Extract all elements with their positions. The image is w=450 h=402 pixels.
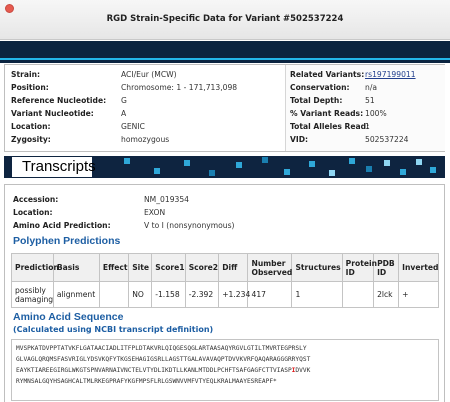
page-banner <box>0 41 450 63</box>
amino-acid-sequence-box: MVSPKATDVPPTATVKFLGATAACIADLITFPLDTAKVRL… <box>11 339 439 401</box>
column-header: Prediction <box>11 253 59 282</box>
table-cell: 2lck <box>373 281 400 308</box>
sequence-segment: DVVK <box>295 367 311 374</box>
zygosity-label: Zygosity: <box>11 135 51 144</box>
variant-summary-panel: Strain: ACI/Eur (MCW) Position: Chromoso… <box>4 64 445 152</box>
variant-reads-value: 100% <box>365 109 387 118</box>
conservation-value: n/a <box>365 83 378 92</box>
transcript-location-label: Location: <box>13 208 53 217</box>
position-row: Position: Chromosome: 1 - 171,713,098 <box>11 82 281 93</box>
reference-nucleotide-value: G <box>121 96 127 105</box>
window-titlebar: RGD Strain-Specific Data for Variant #50… <box>0 0 450 40</box>
transcript-location-value: EXON <box>144 208 166 217</box>
sequence-line: RYMNSALGQYHSAGHCALTMLRKEGPRAFYKGFMPSFLRL… <box>16 378 277 385</box>
amino-acid-prediction-value: V to I (nonsynonymous) <box>144 221 235 230</box>
zygosity-row: Zygosity: homozygous <box>11 134 281 145</box>
strain-value: ACI/Eur (MCW) <box>121 70 177 79</box>
polyphen-table: Prediction Basis Effect Site Score1 Scor… <box>11 253 439 308</box>
table-cell <box>98 281 130 308</box>
related-variants-label: Related Variants: <box>290 70 365 79</box>
table-cell: + <box>398 281 439 308</box>
location-value: GENIC <box>121 122 145 131</box>
related-variants-row: Related Variants: rs197199011 <box>290 69 440 80</box>
total-alleles-value: 1 <box>365 122 370 131</box>
amino-acid-heading: Amino Acid Sequence <box>13 311 124 323</box>
column-header: Number Observed <box>247 253 293 282</box>
variant-reads-label: % Variant Reads: <box>290 109 364 118</box>
transcripts-header: Transcripts <box>22 158 96 175</box>
amino-acid-prediction-label: Amino Acid Prediction: <box>13 221 111 230</box>
transcript-card: Accession: NM_019354 Location: EXON Amin… <box>4 184 445 402</box>
strain-row: Strain: ACI/Eur (MCW) <box>11 69 281 80</box>
total-alleles-row: Total Alleles Read: 1 <box>290 121 440 132</box>
sequence-line: EAYKTIAREEGIRGLWKGTSPNVARNAIVNCTELVTYDLI… <box>16 365 434 376</box>
column-header: Diff <box>218 253 249 282</box>
polyphen-header-row: Prediction Basis Effect Site Score1 Scor… <box>11 253 439 282</box>
column-header: Effect <box>98 253 130 282</box>
column-header: Basis <box>52 253 100 282</box>
table-cell: -1.158 <box>151 281 186 308</box>
table-cell: -2.392 <box>184 281 220 308</box>
banner-stripe <box>0 58 450 60</box>
variant-nucleotide-row: Variant Nucleotide: A <box>11 108 281 119</box>
table-row: possibly damaging alignment NO -1.158 -2… <box>11 281 439 308</box>
conservation-label: Conservation: <box>290 83 350 92</box>
window-title: RGD Strain-Specific Data for Variant #50… <box>106 14 344 24</box>
total-depth-value: 51 <box>365 96 375 105</box>
reference-nucleotide-row: Reference Nucleotide: G <box>11 95 281 106</box>
table-cell: 1 <box>291 281 343 308</box>
transcripts-header-bar: Transcripts <box>4 156 445 178</box>
location-row: Location: GENIC <box>11 121 281 132</box>
sequence-segment: EAYKTIAREEGIRGLWKGTSPNVARNAIVNCTELVTYDLI… <box>16 367 292 374</box>
vid-label: VID: <box>290 135 309 144</box>
column-header: Inverted <box>398 253 439 282</box>
vid-row: VID: 502537224 <box>290 134 440 145</box>
variant-nucleotide-value: A <box>121 109 127 118</box>
conservation-row: Conservation: n/a <box>290 82 440 93</box>
vid-value: 502537224 <box>365 135 409 144</box>
total-alleles-label: Total Alleles Read: <box>290 122 370 131</box>
table-cell: +1.234 <box>218 281 250 308</box>
location-label: Location: <box>11 122 51 131</box>
table-cell <box>341 281 375 308</box>
sequence-line: GLVAGLQRQMSFASVRIGLYDSVKQFYTKGSEHAGIGSRL… <box>16 356 311 363</box>
accession-value: NM_019354 <box>144 195 190 204</box>
strain-label: Strain: <box>11 70 41 79</box>
variant-reads-row: % Variant Reads: 100% <box>290 108 440 119</box>
column-header: Protein ID <box>341 253 377 282</box>
position-value: Chromosome: 1 - 171,713,098 <box>121 83 238 92</box>
accession-label: Accession: <box>13 195 59 204</box>
position-label: Position: <box>11 83 49 92</box>
variant-nucleotide-label: Variant Nucleotide: <box>11 109 94 118</box>
column-header: Site <box>128 253 153 282</box>
total-depth-label: Total Depth: <box>290 96 343 105</box>
amino-acid-subheading: (Calculated using NCBI transcript defini… <box>13 325 214 334</box>
table-cell: 417 <box>247 281 293 308</box>
window-close-button[interactable] <box>5 4 14 13</box>
zygosity-value: homozygous <box>121 135 170 144</box>
related-variant-link[interactable]: rs197199011 <box>365 70 416 79</box>
column-header: Structures <box>291 253 343 282</box>
total-depth-row: Total Depth: 51 <box>290 95 440 106</box>
reference-nucleotide-label: Reference Nucleotide: <box>11 96 107 105</box>
polyphen-heading: Polyphen Predictions <box>13 235 121 247</box>
sequence-line: MVSPKATDVPPTATVKFLGATAACIADLITFPLDTAKVRL… <box>16 345 307 352</box>
table-cell: possibly damaging <box>11 281 54 308</box>
table-cell: alignment <box>52 281 100 308</box>
column-header: PDB ID <box>373 253 400 282</box>
column-header: Score1 <box>151 253 186 282</box>
table-cell: NO <box>128 281 153 308</box>
column-header: Score2 <box>184 253 220 282</box>
transcripts-header-label-box: Transcripts <box>12 157 96 177</box>
